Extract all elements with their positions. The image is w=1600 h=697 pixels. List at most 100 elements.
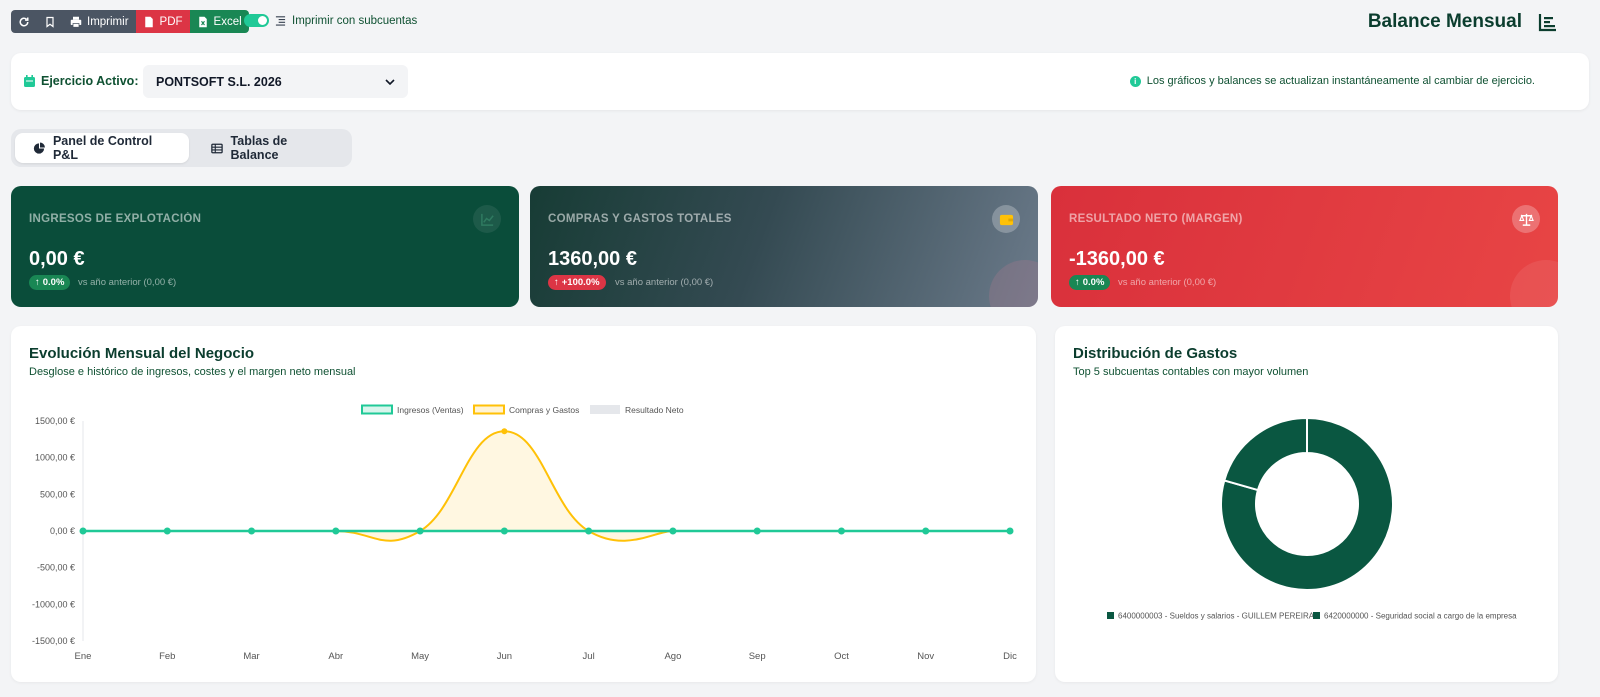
legend-swatch [361, 404, 393, 415]
kpi-comparison: vs año anterior (0,00 €) [1118, 277, 1217, 288]
x-tick-label: Jul [583, 651, 595, 662]
file-excel-icon [198, 16, 207, 27]
legend-item[interactable]: Ingresos (Ventas) [361, 404, 464, 415]
chevron-down-icon [385, 78, 395, 85]
kpi-change-badge: ↑ 0.0% [29, 275, 71, 290]
kpi-card-expenses: COMPRAS Y GASTOS TOTALES 1360,00 € ↑ +100… [530, 186, 1038, 307]
exercise-card: Ejercicio Activo: PONTSOFT S.L. 2026 i L… [11, 53, 1589, 110]
x-tick-label: Ene [75, 651, 92, 662]
kpi-value: 0,00 € [29, 248, 85, 270]
legend-swatch [590, 405, 620, 414]
tab-balance-tables[interactable]: Tablas de Balance [193, 133, 348, 163]
legend-label: 6400000003 - Sueldos y salarios - GUILLE… [1118, 612, 1315, 621]
y-tick-label: 1500,00 € [35, 416, 75, 426]
kpi-label: COMPRAS Y GASTOS TOTALES [548, 213, 732, 225]
toolbar: Imprimir PDF Excel [11, 10, 249, 33]
legend-item[interactable]: 6420000000 - Seguridad social a cargo de… [1313, 612, 1517, 621]
pdf-button[interactable]: PDF [135, 10, 190, 33]
tab-label: Tablas de Balance [230, 134, 288, 162]
revenue-point[interactable] [248, 527, 256, 535]
excel-label: Excel [213, 15, 242, 28]
exercise-label: Ejercicio Activo: [41, 74, 139, 88]
arrow-up-icon: ↑ [35, 277, 40, 288]
y-tick-label: 1000,00 € [35, 453, 75, 463]
legend-item[interactable]: Resultado Neto [590, 405, 684, 415]
pdf-label: PDF [159, 15, 183, 28]
revenue-point[interactable] [332, 527, 340, 535]
exercise-select[interactable]: PONTSOFT S.L. 2026 [143, 65, 408, 98]
excel-button[interactable]: Excel [189, 10, 249, 33]
subaccounts-label: Imprimir con subcuentas [292, 14, 418, 27]
refresh-button[interactable] [11, 10, 37, 33]
subaccounts-toggle-group: Imprimir con subcuentas [244, 14, 417, 27]
kpi-label: RESULTADO NETO (MARGEN) [1069, 213, 1243, 225]
bookmark-icon [46, 16, 54, 28]
revenue-point[interactable] [922, 527, 930, 535]
kpi-icon-wrap [1512, 205, 1540, 233]
kpi-value: 1360,00 € [548, 248, 637, 270]
print-label: Imprimir [87, 15, 129, 28]
legend-label: Ingresos (Ventas) [397, 405, 464, 415]
kpi-change-badge: ↑ +100.0% [548, 275, 606, 290]
x-tick-label: Feb [159, 651, 175, 662]
tab-label: Panel de Control P&L [52, 134, 153, 162]
monthly-evolution-chart: 1500,00 € 1000,00 € 500,00 € 0,00 € -500,00 … [32, 404, 1017, 662]
kpi-badge-text: 0.0% [42, 277, 65, 288]
revenue-point[interactable] [500, 527, 508, 535]
y-tick-label: -500,00 € [37, 563, 75, 573]
chart-bar-icon [1538, 14, 1556, 32]
kpi-icon-wrap [992, 205, 1020, 233]
arrow-up-icon: ↑ [554, 277, 559, 288]
y-tick-label: -1000,00 € [32, 599, 75, 609]
legend-swatch [1313, 612, 1320, 619]
y-tick-label: 0,00 € [50, 526, 75, 536]
exercise-info-text: Los gráficos y balances se actualizan in… [1146, 75, 1535, 87]
kpi-icon-wrap [473, 205, 501, 233]
revenue-point[interactable] [585, 527, 593, 535]
revenue-point[interactable] [1006, 527, 1014, 535]
legend-item[interactable]: Compras y Gastos [473, 404, 579, 415]
x-tick-label: May [411, 651, 429, 662]
expense-distribution-chart: 6400000003 - Sueldos y salarios - GUILLE… [1107, 416, 1517, 621]
tab-pl-dashboard[interactable]: Panel de Control P&L [15, 133, 189, 163]
pie-chart-icon [33, 142, 45, 154]
x-tick-label: Nov [917, 651, 934, 662]
revenue-point[interactable] [753, 527, 761, 535]
expenses-line [83, 430, 673, 542]
file-pdf-icon [144, 16, 153, 27]
decorative-circle [1510, 260, 1558, 307]
legend-swatch [473, 404, 505, 415]
page-title: Balance Mensual [1367, 11, 1522, 32]
legend-swatch [1107, 612, 1114, 619]
kpi-comparison: vs año anterior (0,00 €) [78, 277, 177, 288]
printer-icon [70, 16, 82, 28]
exercise-info: i Los gráficos y balances se actualizan … [1129, 75, 1535, 87]
revenue-point[interactable] [163, 527, 171, 535]
legend-label: Resultado Neto [625, 405, 684, 415]
subaccounts-toggle[interactable] [244, 14, 269, 27]
kpi-badge-text: +100.0% [561, 277, 600, 288]
info-icon: i [1129, 75, 1141, 87]
revenue-point[interactable] [837, 527, 845, 535]
bookmark-button[interactable] [37, 10, 63, 33]
monthly-evolution-card: Evolución Mensual del Negocio Desglose e… [11, 326, 1036, 682]
arrow-up-icon: ↑ [1075, 277, 1080, 288]
expenses-point[interactable] [501, 428, 508, 435]
scale-icon [1518, 213, 1534, 226]
donut-slice[interactable] [1223, 416, 1308, 492]
expense-distribution-card: Distribución de Gastos Top 5 subcuentas … [1055, 326, 1558, 682]
revenue-point[interactable] [669, 527, 677, 535]
calendar-icon [24, 75, 35, 87]
legend-label: Compras y Gastos [509, 405, 579, 415]
revenue-point[interactable] [79, 527, 87, 535]
x-tick-label: Jun [497, 651, 512, 662]
revenue-point[interactable] [416, 527, 424, 535]
legend-item[interactable]: 6400000003 - Sueldos y salarios - GUILLE… [1107, 612, 1315, 621]
exercise-selected-value: PONTSOFT S.L. 2026 [156, 74, 282, 89]
y-tick-label: 500,00 € [40, 489, 75, 499]
x-tick-label: Dic [1003, 651, 1017, 662]
x-tick-label: Abr [328, 651, 343, 662]
wallet-icon [999, 214, 1013, 225]
kpi-badge-text: 0.0% [1082, 277, 1105, 288]
print-button[interactable]: Imprimir [63, 10, 136, 33]
